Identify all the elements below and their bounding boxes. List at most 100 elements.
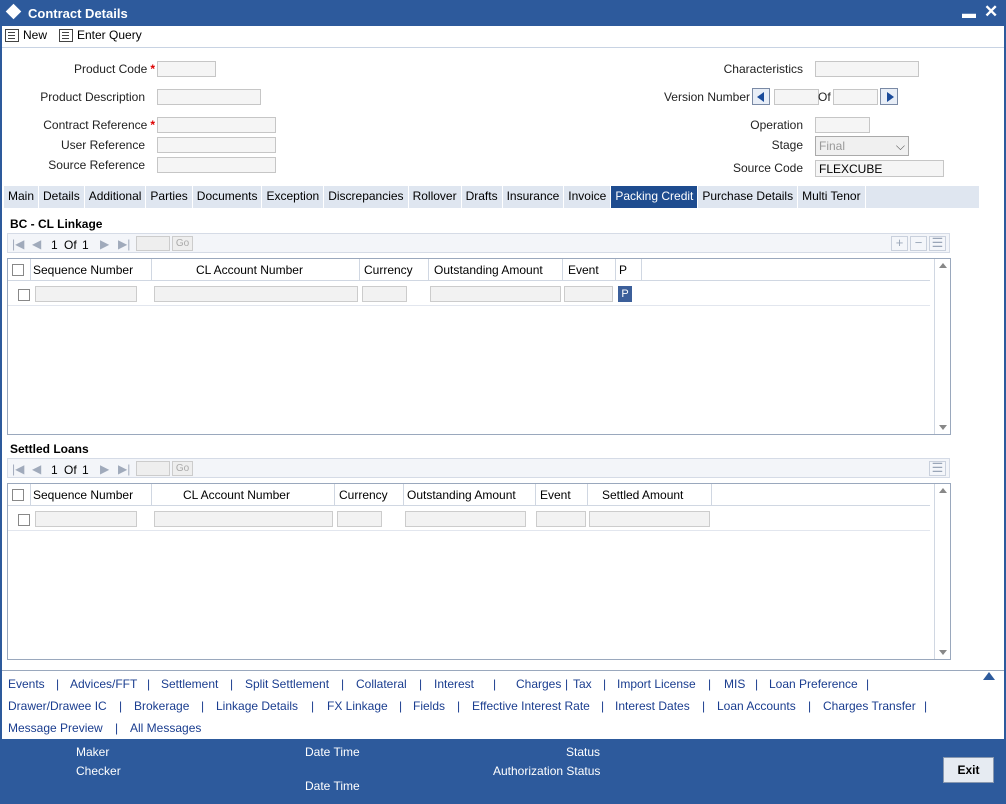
link-fields[interactable]: Fields (413, 699, 445, 713)
tab-insurance[interactable]: Insurance (503, 186, 565, 208)
link-linkage-details[interactable]: Linkage Details (216, 699, 298, 713)
table-row[interactable]: P (8, 282, 930, 306)
link-mis[interactable]: MIS (724, 677, 745, 691)
tab-details[interactable]: Details (39, 186, 85, 208)
new-button[interactable]: New (5, 28, 47, 42)
tab-documents[interactable]: Documents (193, 186, 263, 208)
link-settlement[interactable]: Settlement (161, 677, 218, 691)
tab-additional[interactable]: Additional (85, 186, 147, 208)
first-page-icon[interactable]: |◀ (12, 237, 24, 251)
link-collateral[interactable]: Collateral (356, 677, 407, 691)
first-page-icon[interactable]: |◀ (12, 462, 24, 476)
column-cl-account-number[interactable]: CL Account Number (196, 263, 303, 277)
sequence-number-cell[interactable] (35, 511, 137, 527)
settled-amount-cell[interactable] (589, 511, 710, 527)
last-page-icon[interactable]: ▶| (118, 237, 130, 251)
stage-select[interactable]: Final ⌵ (815, 136, 909, 156)
column-p[interactable]: P (619, 263, 627, 277)
link-drawer-drawee-ic[interactable]: Drawer/Drawee IC (8, 699, 107, 713)
column-sequence-number[interactable]: Sequence Number (33, 263, 133, 277)
column-event[interactable]: Event (568, 263, 599, 277)
sequence-number-cell[interactable] (35, 286, 137, 302)
collapse-up-icon[interactable] (983, 672, 995, 680)
link-import-license[interactable]: Import License (617, 677, 696, 691)
user-reference-input[interactable] (157, 137, 276, 153)
single-view-icon[interactable]: ☰ (929, 461, 946, 476)
close-icon[interactable]: ✕ (984, 2, 998, 22)
next-page-icon[interactable]: ▶ (100, 462, 109, 476)
tab-invoice[interactable]: Invoice (564, 186, 612, 208)
select-all-checkbox[interactable] (12, 489, 24, 501)
version-prev-button[interactable] (752, 88, 770, 105)
column-currency[interactable]: Currency (339, 488, 388, 502)
currency-cell[interactable] (337, 511, 382, 527)
link-interest[interactable]: Interest (434, 677, 474, 691)
currency-cell[interactable] (362, 286, 407, 302)
go-button[interactable]: Go (172, 236, 193, 251)
prev-page-icon[interactable]: ◀ (32, 237, 41, 251)
tab-purchase-details[interactable]: Purchase Details (698, 186, 799, 208)
version-number-input[interactable] (774, 89, 819, 105)
scroll-down-icon[interactable] (939, 650, 947, 655)
link-fx-linkage[interactable]: FX Linkage (327, 699, 388, 713)
column-outstanding-amount[interactable]: Outstanding Amount (434, 263, 543, 277)
tab-drafts[interactable]: Drafts (462, 186, 503, 208)
link-charges[interactable]: Charges (516, 677, 561, 691)
column-event[interactable]: Event (540, 488, 571, 502)
event-cell[interactable] (564, 286, 613, 302)
tab-main[interactable]: Main (4, 186, 40, 208)
link-message-preview[interactable]: Message Preview (8, 721, 103, 735)
version-next-button[interactable] (880, 88, 898, 105)
link-effective-interest-rate[interactable]: Effective Interest Rate (472, 699, 590, 713)
link-interest-dates[interactable]: Interest Dates (615, 699, 690, 713)
table-row[interactable] (8, 507, 930, 531)
contract-reference-input[interactable] (157, 117, 276, 133)
link-charges-transfer[interactable]: Charges Transfer (823, 699, 916, 713)
link-events[interactable]: Events (8, 677, 45, 691)
enter-query-button[interactable]: Enter Query (59, 28, 142, 42)
version-total-input[interactable] (833, 89, 878, 105)
add-row-icon[interactable]: + (891, 236, 908, 251)
link-tax[interactable]: Tax (573, 677, 592, 691)
cl-account-number-cell[interactable] (154, 511, 333, 527)
next-page-icon[interactable]: ▶ (100, 237, 109, 251)
delete-row-icon[interactable]: − (910, 236, 927, 251)
product-description-input[interactable] (157, 89, 261, 105)
link-all-messages[interactable]: All Messages (130, 721, 201, 735)
link-loan-accounts[interactable]: Loan Accounts (717, 699, 796, 713)
page-number-input[interactable] (136, 236, 170, 251)
tab-exception[interactable]: Exception (262, 186, 325, 208)
exit-button[interactable]: Exit (943, 757, 994, 783)
row-checkbox[interactable] (18, 289, 30, 301)
scroll-up-icon[interactable] (939, 263, 947, 268)
scroll-up-icon[interactable] (939, 488, 947, 493)
characteristics-input[interactable] (815, 61, 919, 77)
link-loan-preference[interactable]: Loan Preference (769, 677, 858, 691)
outstanding-amount-cell[interactable] (430, 286, 561, 302)
tab-multi-tenor[interactable]: Multi Tenor (798, 186, 866, 208)
last-page-icon[interactable]: ▶| (118, 462, 130, 476)
column-cl-account-number[interactable]: CL Account Number (183, 488, 290, 502)
link-advices-fft[interactable]: Advices/FFT (70, 677, 137, 691)
tab-parties[interactable]: Parties (146, 186, 193, 208)
page-number-input[interactable] (136, 461, 170, 476)
p-button[interactable]: P (618, 286, 632, 302)
scroll-down-icon[interactable] (939, 425, 947, 430)
single-view-icon[interactable]: ☰ (929, 236, 946, 251)
tab-packing-credit[interactable]: Packing Credit (611, 186, 699, 208)
bc-cl-vertical-scrollbar[interactable] (934, 259, 950, 434)
column-sequence-number[interactable]: Sequence Number (33, 488, 133, 502)
go-button[interactable]: Go (172, 461, 193, 476)
prev-page-icon[interactable]: ◀ (32, 462, 41, 476)
cl-account-number-cell[interactable] (154, 286, 358, 302)
source-reference-input[interactable] (157, 157, 276, 173)
event-cell[interactable] (536, 511, 586, 527)
select-all-checkbox[interactable] (12, 264, 24, 276)
column-currency[interactable]: Currency (364, 263, 413, 277)
column-settled-amount[interactable]: Settled Amount (602, 488, 683, 502)
tab-rollover[interactable]: Rollover (409, 186, 462, 208)
settled-vertical-scrollbar[interactable] (934, 484, 950, 659)
product-code-input[interactable] (157, 61, 216, 77)
link-split-settlement[interactable]: Split Settlement (245, 677, 329, 691)
minimize-icon[interactable]: ▬ (962, 5, 976, 21)
